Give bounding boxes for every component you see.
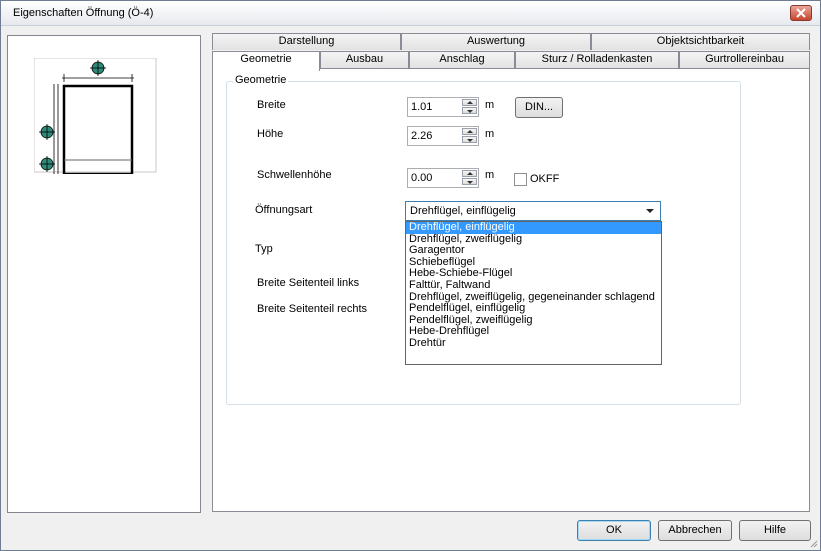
resize-grip-icon[interactable] [808, 538, 818, 548]
spin-down-icon[interactable] [462, 178, 477, 185]
tab-gurtrollereinbau[interactable]: Gurtrollereinbau [679, 51, 810, 68]
help-button[interactable]: Hilfe [739, 520, 811, 541]
tab-auswertung[interactable]: Auswertung [401, 33, 591, 50]
dropdown-option[interactable]: Falttür, Faltwand [406, 279, 661, 292]
hoehe-label: Höhe [257, 128, 284, 140]
close-button[interactable] [790, 5, 812, 21]
dropdown-option[interactable]: Drehflügel, einflügelig [406, 221, 661, 234]
breite-input[interactable]: 1.01 [407, 97, 479, 117]
spin-up-icon[interactable] [462, 170, 477, 177]
spin-up-icon[interactable] [462, 99, 477, 106]
title-bar[interactable]: Eigenschaften Öffnung (Ö-4) [1, 1, 820, 26]
typ-label: Typ [255, 243, 273, 255]
breite-label: Breite [257, 99, 286, 111]
seitenteil-links-label: Breite Seitenteil links [257, 277, 360, 289]
oeffnungsart-selected: Drehflügel, einflügelig [410, 205, 516, 217]
dropdown-option[interactable]: Drehtür [406, 337, 661, 350]
tab-objektsichtbarkeit[interactable]: Objektsichtbarkeit [591, 33, 810, 50]
window-title: Eigenschaften Öffnung (Ö-4) [13, 7, 154, 19]
schwelle-spinner[interactable] [462, 170, 477, 186]
preview-panel [7, 35, 201, 513]
dialog-window: Eigenschaften Öffnung (Ö-4) Darstellung … [0, 0, 821, 551]
breite-spinner[interactable] [462, 99, 477, 115]
oeffnungsart-dropdown-list: Drehflügel, einflügelig Drehflügel, zwei… [405, 221, 662, 365]
breite-value: 1.01 [411, 101, 433, 113]
hoehe-input[interactable]: 2.26 [407, 126, 479, 146]
dropdown-option[interactable]: Pendelflügel, einflügelig [406, 303, 661, 315]
din-button[interactable]: DIN... [515, 97, 563, 118]
close-icon [796, 8, 806, 18]
tab-geometrie[interactable]: Geometrie [212, 51, 320, 71]
tab-darstellung[interactable]: Darstellung [212, 33, 401, 50]
okff-checkbox[interactable] [514, 173, 527, 186]
seitenteil-rechts-label: Breite Seitenteil rechts [257, 303, 368, 315]
okff-label: OKFF [530, 173, 560, 185]
hoehe-unit: m [485, 128, 495, 140]
tab-ausbau[interactable]: Ausbau [320, 51, 409, 68]
schwelle-label: Schwellenhöhe [257, 169, 332, 181]
cancel-button[interactable]: Abbrechen [658, 520, 732, 541]
schwelle-input[interactable]: 0.00 [407, 168, 479, 188]
schwelle-value: 0.00 [411, 172, 433, 184]
oeffnungsart-label: Öffnungsart [255, 204, 313, 216]
spin-down-icon[interactable] [462, 136, 477, 143]
tab-sturz-rolladenkasten[interactable]: Sturz / Rolladenkasten [515, 51, 679, 68]
hoehe-spinner[interactable] [462, 128, 477, 144]
spin-down-icon[interactable] [462, 107, 477, 114]
hoehe-value: 2.26 [411, 130, 433, 142]
chevron-down-icon[interactable] [646, 209, 654, 213]
oeffnungsart-select[interactable]: Drehflügel, einflügelig [405, 201, 661, 221]
group-title: Geometrie [233, 74, 289, 86]
breite-unit: m [485, 99, 495, 111]
opening-preview-drawing [34, 58, 157, 174]
ok-button[interactable]: OK [577, 520, 651, 541]
spin-up-icon[interactable] [462, 128, 477, 135]
tab-anschlag[interactable]: Anschlag [409, 51, 515, 68]
schwelle-unit: m [485, 169, 495, 181]
